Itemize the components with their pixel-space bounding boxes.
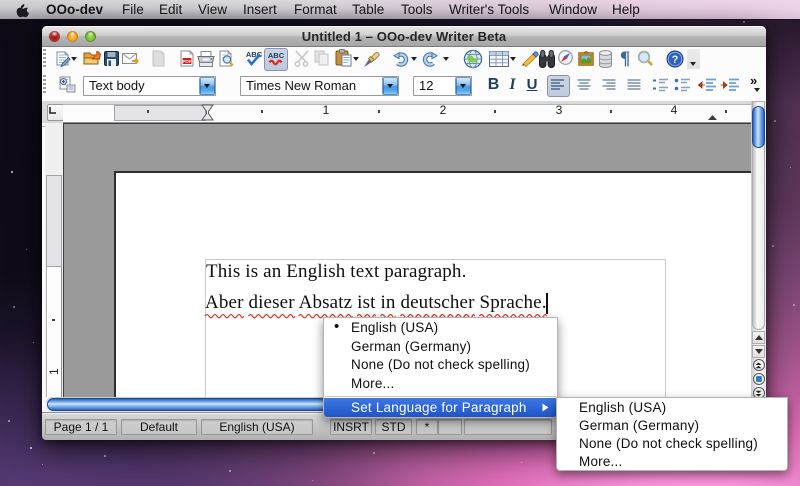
svg-text:ABC: ABC [246,50,263,59]
svg-text:PDF: PDF [182,59,191,64]
svg-text:?: ? [672,54,679,66]
svg-text:ABC: ABC [268,51,285,60]
